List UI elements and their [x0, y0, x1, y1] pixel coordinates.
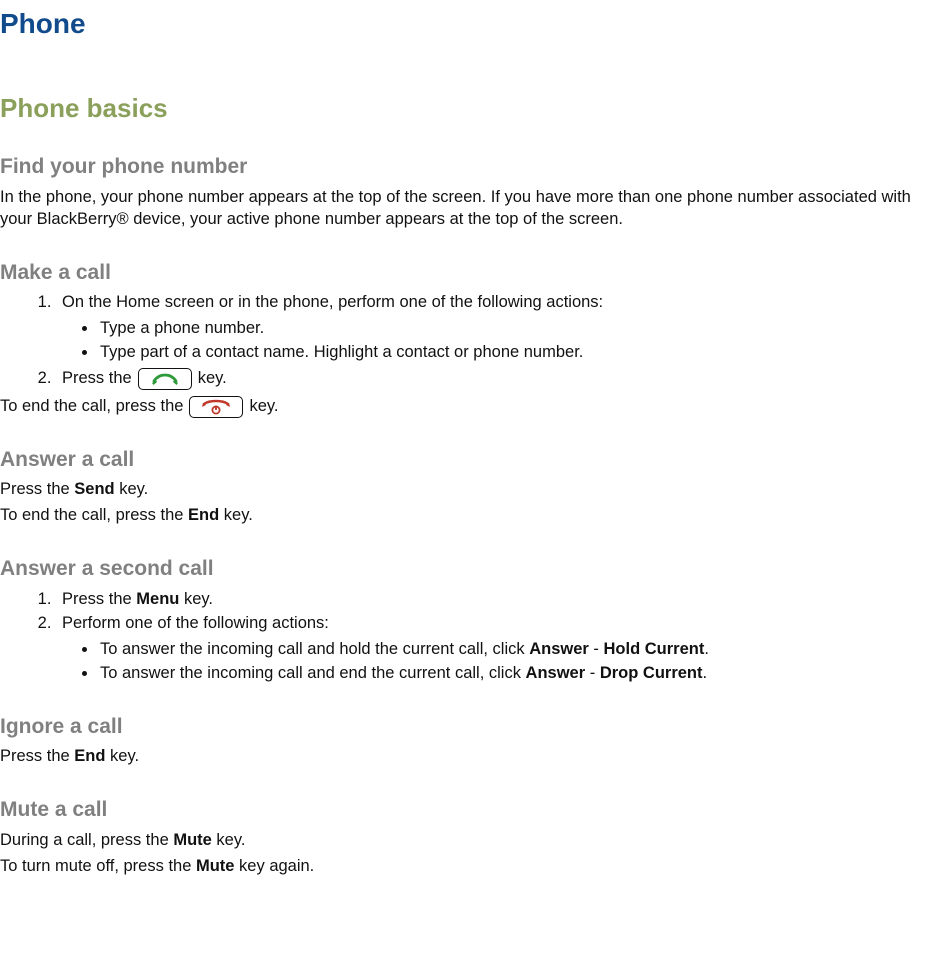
answer-call-line2-pre: To end the call, press the [0, 506, 188, 524]
answer-second-steps: Press the Menu key. Perform one of the f… [0, 589, 926, 685]
answer-second-bullet2: To answer the incoming call and end the … [98, 663, 926, 685]
make-call-bullet2: Type part of a contact name. Highlight a… [98, 342, 926, 364]
send-key-icon [138, 368, 192, 390]
answer-call-line2-post: key. [219, 506, 253, 524]
as-b1-post: . [704, 640, 709, 658]
ignore-call-key: End [74, 747, 105, 765]
make-call-step2-pre: Press the [62, 368, 132, 390]
answer-second-step1: Press the Menu key. [56, 589, 926, 611]
answer-second-step1-pre: Press the [62, 590, 136, 608]
section-title: Phone basics [0, 91, 926, 125]
answer-second-step1-key: Menu [136, 590, 179, 608]
as-b2-k2: Drop Current [600, 664, 703, 682]
heading-answer-second: Answer a second call [0, 555, 926, 583]
as-b1-k1: Answer [529, 640, 589, 658]
as-b1-k2: Hold Current [604, 640, 705, 658]
answer-call-line1-pre: Press the [0, 480, 74, 498]
end-key-icon [189, 396, 243, 418]
answer-second-step1-post: key. [179, 590, 213, 608]
mute-call-line1-key: Mute [173, 831, 212, 849]
heading-answer-call: Answer a call [0, 446, 926, 474]
answer-call-line1: Press the Send key. [0, 479, 926, 501]
as-b1-mid: - [589, 640, 604, 658]
mute-call-line1-post: key. [212, 831, 246, 849]
heading-mute-call: Mute a call [0, 796, 926, 824]
mute-call-line1-pre: During a call, press the [0, 831, 173, 849]
answer-second-step2-text: Perform one of the following actions: [62, 614, 329, 632]
as-b1-pre: To answer the incoming call and hold the… [100, 640, 529, 658]
make-call-step1: On the Home screen or in the phone, perf… [56, 292, 926, 363]
as-b2-k1: Answer [526, 664, 586, 682]
answer-call-line1-key: Send [74, 480, 114, 498]
answer-second-bullet1: To answer the incoming call and hold the… [98, 639, 926, 661]
as-b2-pre: To answer the incoming call and end the … [100, 664, 526, 682]
ignore-call-post: key. [105, 747, 139, 765]
answer-call-line2: To end the call, press the End key. [0, 505, 926, 527]
ignore-call-line: Press the End key. [0, 746, 926, 768]
ignore-call-pre: Press the [0, 747, 74, 765]
answer-second-step2: Perform one of the following actions: To… [56, 613, 926, 684]
make-call-steps: On the Home screen or in the phone, perf… [0, 292, 926, 389]
mute-call-line2-pre: To turn mute off, press the [0, 857, 196, 875]
mute-call-line1: During a call, press the Mute key. [0, 830, 926, 852]
find-number-body: In the phone, your phone number appears … [0, 187, 926, 231]
heading-ignore-call: Ignore a call [0, 713, 926, 741]
heading-make-call: Make a call [0, 259, 926, 287]
heading-find-number: Find your phone number [0, 153, 926, 181]
answer-second-sublist: To answer the incoming call and hold the… [62, 639, 926, 685]
make-call-end: To end the call, press the key. [0, 396, 926, 418]
make-call-end-pre: To end the call, press the [0, 396, 183, 418]
mute-call-line2: To turn mute off, press the Mute key aga… [0, 856, 926, 878]
make-call-bullet1: Type a phone number. [98, 318, 926, 340]
answer-call-line2-key: End [188, 506, 219, 524]
make-call-sublist: Type a phone number. Type part of a cont… [62, 318, 926, 364]
mute-call-line2-key: Mute [196, 857, 235, 875]
mute-call-line2-post: key again. [234, 857, 314, 875]
as-b2-mid: - [585, 664, 600, 682]
answer-call-line1-post: key. [115, 480, 149, 498]
make-call-step1-text: On the Home screen or in the phone, perf… [62, 293, 603, 311]
make-call-step2: Press the key. [56, 368, 926, 390]
as-b2-post: . [703, 664, 708, 682]
make-call-step2-post: key. [198, 368, 227, 390]
make-call-end-post: key. [249, 396, 278, 418]
page-title: Phone [0, 6, 926, 43]
